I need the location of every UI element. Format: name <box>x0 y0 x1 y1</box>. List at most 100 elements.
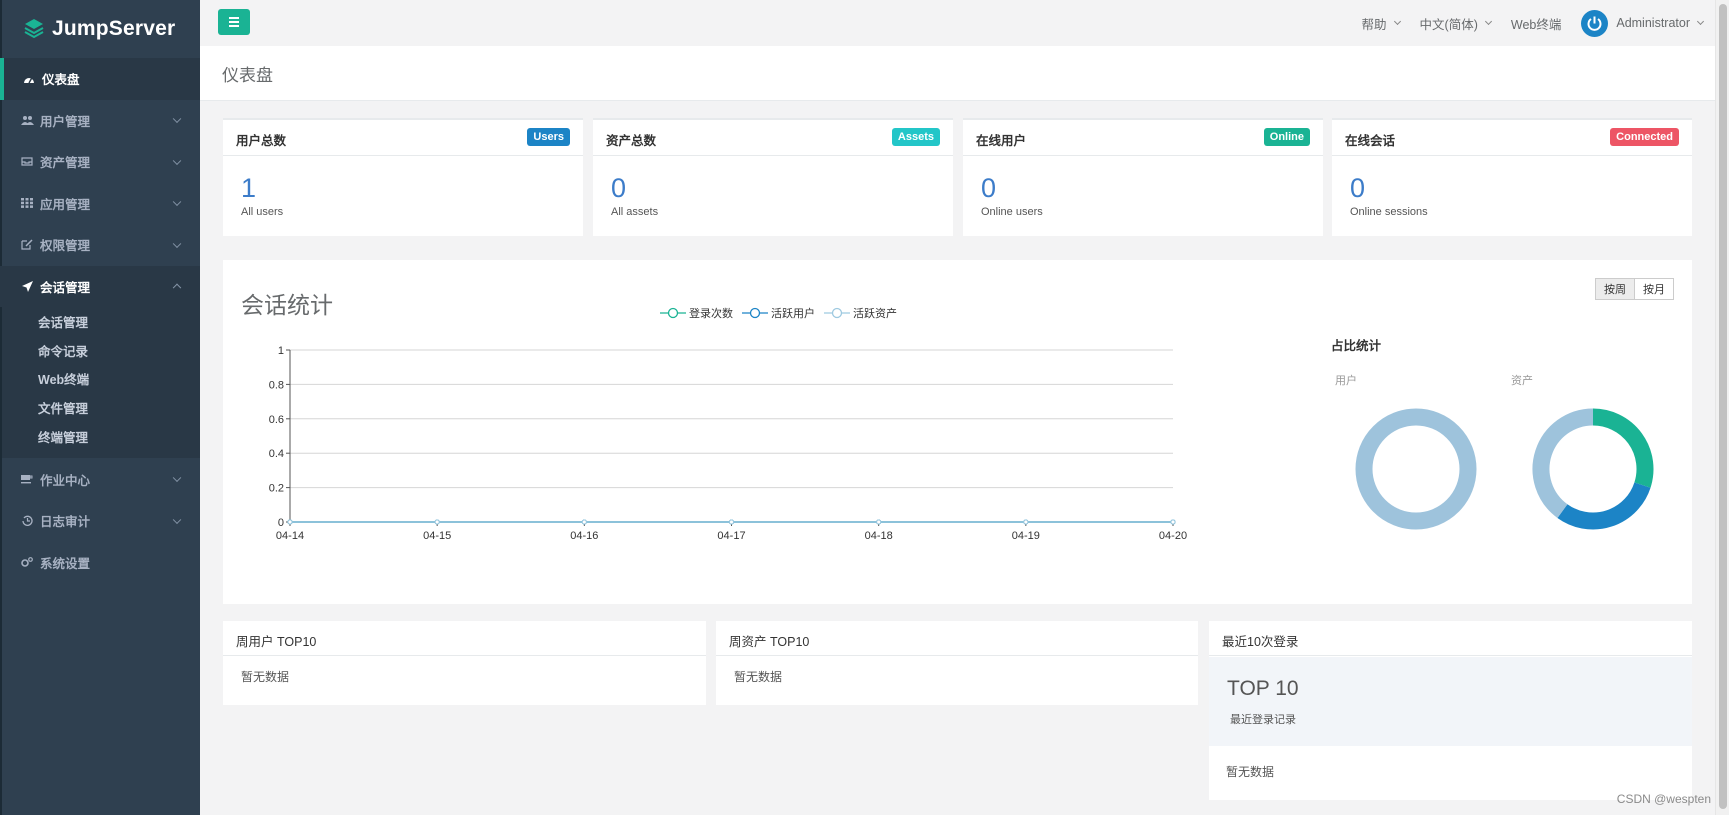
stat-caption: Online sessions <box>1350 206 1428 218</box>
x-tick-label: 04-14 <box>276 530 304 542</box>
page-heading: 仪表盘 <box>200 46 1715 101</box>
stat-value: 1 <box>241 173 257 203</box>
top-right-menu: 帮助 中文(简体) Web终端 Administrator <box>1362 0 1705 46</box>
web-terminal-link[interactable]: Web终端 <box>1511 14 1561 33</box>
chevron-down-icon <box>1393 17 1401 26</box>
logo[interactable]: JumpServer <box>0 0 200 58</box>
x-tick-label: 04-18 <box>865 530 893 542</box>
session-line-chart: 0 0.2 0.4 0.6 0.8 1 04-14 04-15 04-16 04-17 04-18 0… <box>269 345 1187 542</box>
user-dropdown[interactable]: Administrator <box>1581 9 1705 37</box>
panel-header: 周资产 TOP10 <box>716 621 1198 656</box>
subnav-session-management[interactable]: 会话管理 <box>0 307 200 336</box>
range-toggle: 按周 按月 <box>1595 278 1674 300</box>
status-badge: Assets <box>891 128 940 146</box>
subnav-web-terminal[interactable]: Web终端 <box>0 364 200 393</box>
data-point <box>581 519 587 525</box>
legend-item-logins[interactable]: 登录次数 <box>660 305 733 321</box>
y-tick-label: 0.8 <box>269 379 284 391</box>
sidebar-item-jobs[interactable]: 作业中心 <box>0 458 200 500</box>
subnav-command-records[interactable]: 命令记录 <box>0 336 200 365</box>
ratio-stats-title: 占比统计 <box>1331 339 1382 353</box>
sidebar-nav-lower: 作业中心 日志审计 系统设置 <box>0 458 200 583</box>
legend-item-active-users[interactable]: 活跃用户 <box>742 305 815 321</box>
users-donut-slice[interactable] <box>1355 408 1477 530</box>
language-label: 中文(简体) <box>1419 17 1478 32</box>
y-tick-label: 0.4 <box>269 448 284 460</box>
page-scrollbar[interactable] <box>1715 0 1729 815</box>
panel-title: 周用户 TOP10 <box>236 635 317 649</box>
y-tick-label: 0 <box>278 517 284 529</box>
sidebar-item-label: 应用管理 <box>40 197 91 212</box>
stat-caption: Online users <box>981 206 1043 218</box>
stat-card-title: 在线用户 <box>976 134 1027 148</box>
x-tick-label: 04-16 <box>570 530 598 542</box>
y-tick-label: 0.6 <box>269 414 284 426</box>
empty-message: 暂无数据 <box>734 670 783 684</box>
grid-icon <box>20 196 34 210</box>
stat-value: 0 <box>1350 173 1366 203</box>
legend-item-active-assets[interactable]: 活跃资产 <box>824 305 897 321</box>
sidebar-item-permissions[interactable]: 权限管理 <box>0 224 200 266</box>
sidebar-item-audit[interactable]: 日志审计 <box>0 500 200 542</box>
sidebar-item-label: 作业中心 <box>40 473 91 488</box>
ratio-label-users: 用户 <box>1335 375 1357 387</box>
chevron-down-icon <box>1484 17 1492 26</box>
x-tick-label: 04-17 <box>717 530 745 542</box>
data-point <box>1023 519 1029 525</box>
legend-label: 活跃用户 <box>771 308 815 320</box>
hamburger-icon-bar <box>229 25 239 27</box>
legend-marker-icon <box>660 307 686 319</box>
chevron-down-icon <box>172 239 182 248</box>
panel-title: 周资产 TOP10 <box>729 635 810 649</box>
top10-heading: TOP 10 <box>1227 677 1299 700</box>
data-point <box>1170 519 1176 525</box>
subnav-terminal-management[interactable]: 终端管理 <box>0 422 200 451</box>
sidebar-item-users[interactable]: 用户管理 <box>0 100 200 142</box>
y-tick-label: 0.2 <box>269 483 284 495</box>
help-dropdown[interactable]: 帮助 <box>1362 14 1401 33</box>
subnav-file-management[interactable]: 文件管理 <box>0 393 200 422</box>
sidebar-item-applications[interactable]: 应用管理 <box>0 183 200 225</box>
sidebar-item-dashboard[interactable]: 仪表盘 <box>0 58 200 100</box>
power-icon <box>1587 16 1602 31</box>
sidebar-toggle-button[interactable] <box>218 9 250 35</box>
top-navbar: 帮助 中文(简体) Web终端 Administrator <box>200 0 1715 46</box>
session-stats-panel: 会话统计 登录次数 活跃用户 活跃资产 按周 按月 0 0.2 0.4 0.6 0.8 1… <box>223 260 1692 604</box>
x-tick-label: 04-20 <box>1159 530 1187 542</box>
stat-card-title: 用户总数 <box>236 134 287 148</box>
x-tick-label: 04-19 <box>1012 530 1040 542</box>
users-donut-chart <box>1355 408 1477 530</box>
assets-donut-slice[interactable] <box>1592 408 1654 488</box>
stat-card-header: 在线会话 Connected <box>1332 120 1692 156</box>
web-terminal-label: Web终端 <box>1510 17 1562 32</box>
language-dropdown[interactable]: 中文(简体) <box>1419 14 1492 33</box>
assets-donut-slice[interactable] <box>1557 482 1651 530</box>
by-month-button[interactable]: 按月 <box>1635 278 1674 300</box>
assets-donut-chart <box>1532 408 1654 530</box>
stat-card-header: 在线用户 Online <box>963 120 1323 156</box>
chevron-down-icon <box>1696 17 1705 26</box>
sidebar-item-assets[interactable]: 资产管理 <box>0 141 200 183</box>
y-tick-label: 1 <box>278 345 284 357</box>
legend-label: 登录次数 <box>689 308 733 320</box>
by-week-button[interactable]: 按周 <box>1595 278 1635 300</box>
username-label: Administrator <box>1616 16 1690 30</box>
legend-label: 活跃资产 <box>853 308 897 320</box>
hamburger-icon-bar <box>229 17 239 19</box>
stat-caption: All assets <box>611 206 659 218</box>
avatar <box>1581 9 1609 37</box>
chevron-down-icon <box>172 473 182 483</box>
scrollbar-thumb[interactable] <box>1719 4 1727 809</box>
stat-card-assets: 资产总数 Assets 0 All assets <box>593 118 953 236</box>
chevron-down-icon <box>172 515 182 524</box>
chevron-down-icon <box>172 156 182 165</box>
chevron-down-icon <box>172 197 182 207</box>
chevron-up-icon <box>172 283 182 293</box>
sidebar-item-label: 系统设置 <box>40 556 91 571</box>
coffee-icon <box>20 472 34 486</box>
sidebar-item-sessions[interactable]: 会话管理 <box>0 265 200 307</box>
empty-message: 暂无数据 <box>1226 765 1275 779</box>
assets-donut-slice[interactable] <box>1532 408 1594 518</box>
sidebar-item-settings[interactable]: 系统设置 <box>0 541 200 583</box>
session-stats-title: 会话统计 <box>241 292 333 318</box>
